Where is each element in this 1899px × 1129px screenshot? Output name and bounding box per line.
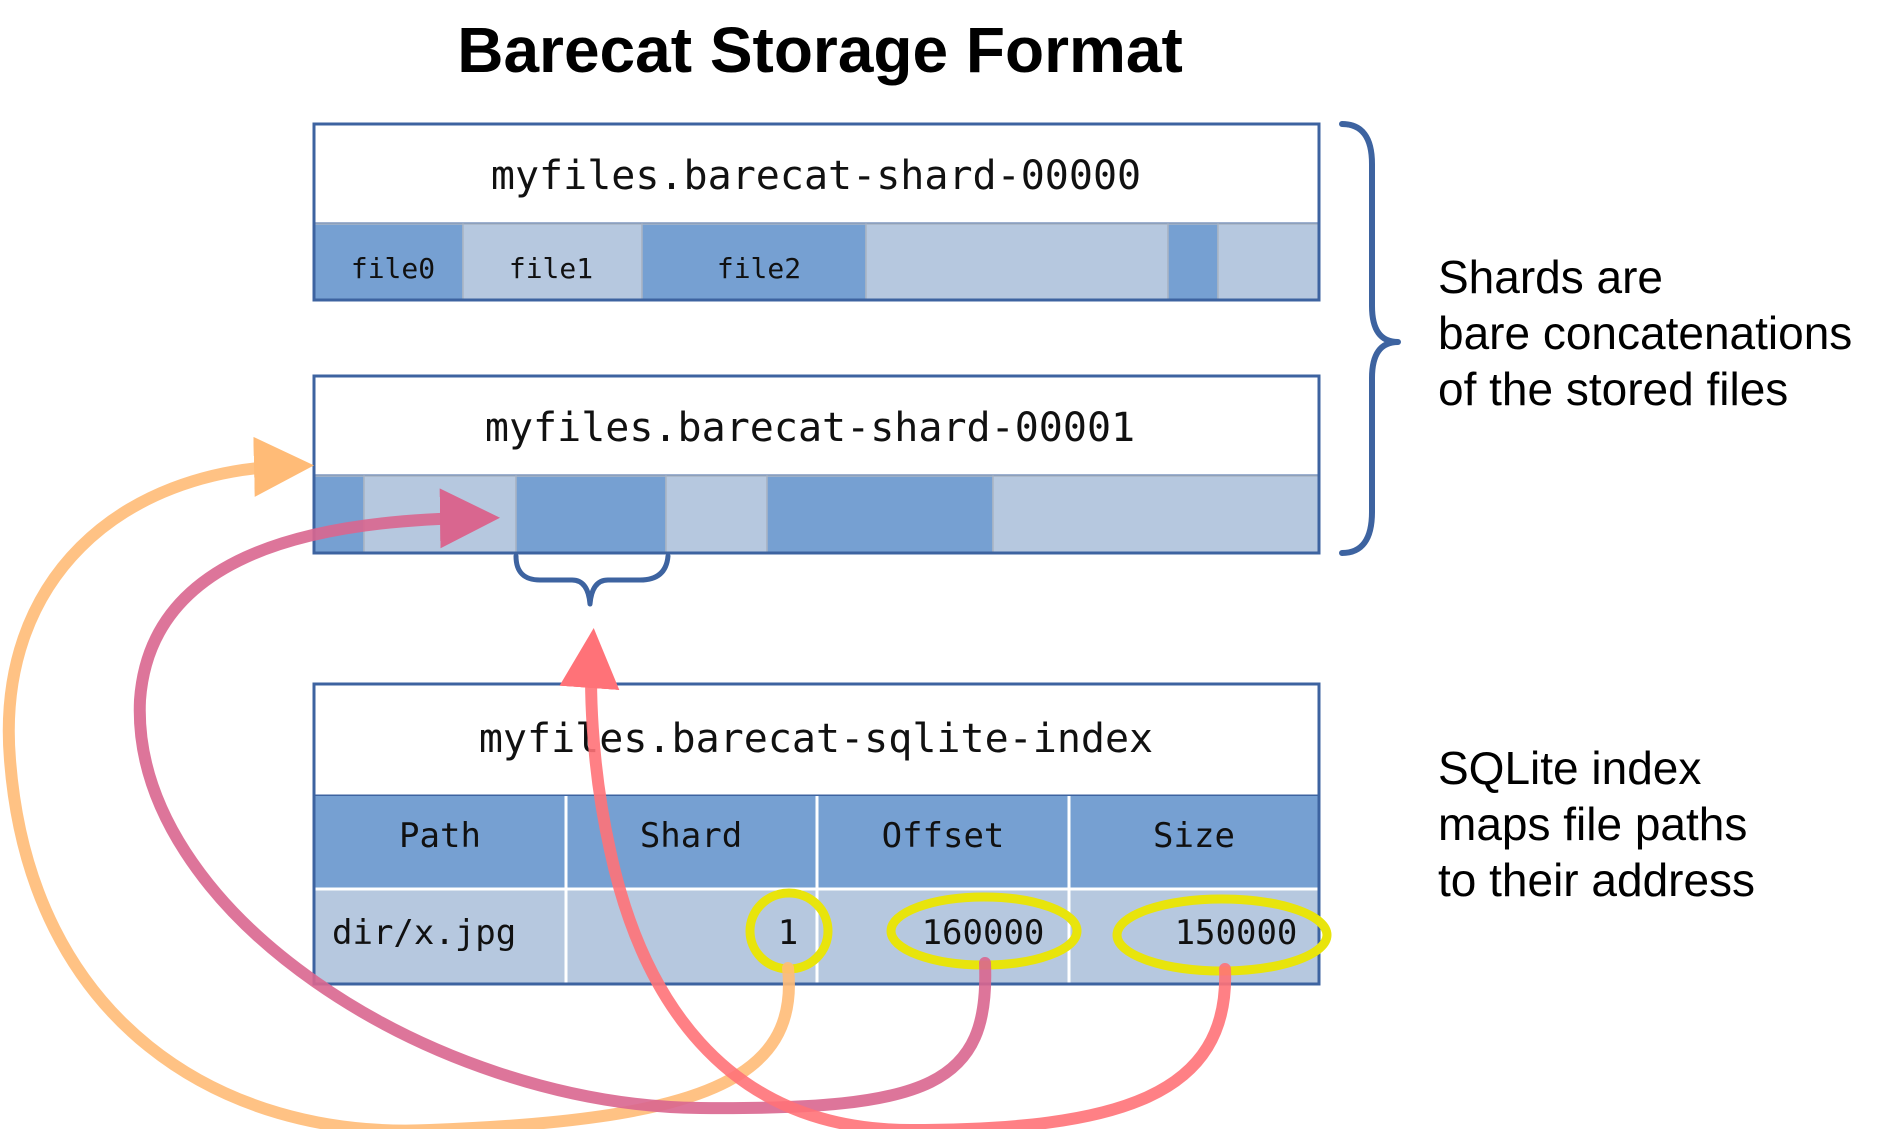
shard-1-box: myfiles.barecat-shard-00001: [312, 374, 1321, 555]
shard-0-segment-5: [1167, 223, 1219, 301]
shard-1-segment-5: [766, 475, 994, 554]
shards-note-line-2: bare concatenations: [1438, 307, 1852, 359]
barecat-diagram: Barecat Storage Format myfiles.barecat-s…: [2, 14, 1852, 1129]
shard-1-segment-target: [515, 475, 667, 554]
sqlite-index-table: myfiles.barecat-sqlite-index Path Shard …: [312, 682, 1321, 986]
index-note: SQLite index maps file paths to their ad…: [1438, 742, 1755, 906]
segment-label-file0: file0: [351, 252, 435, 285]
column-header-offset: Offset: [882, 816, 1005, 856]
segment-label-file1: file1: [509, 252, 593, 285]
shard-0-box: myfiles.barecat-shard-00000 file0 file1 …: [312, 122, 1321, 302]
shard-1-segment-4: [665, 475, 768, 554]
shards-brace: [1339, 121, 1401, 556]
shards-note: Shards are bare concatenations of the st…: [1438, 251, 1852, 415]
shard-1-segment-6: [992, 475, 1320, 554]
cell-path: dir/x.jpg: [332, 913, 516, 953]
shard-0-segment-6: [1217, 223, 1320, 301]
index-note-line-3: to their address: [1438, 854, 1755, 906]
shard-0-segment-4: [865, 223, 1169, 301]
shard-1-segment-1: [313, 475, 365, 554]
shards-note-line-1: Shards are: [1438, 251, 1663, 303]
shard-0-name: myfiles.barecat-shard-00000: [491, 153, 1141, 199]
column-header-size: Size: [1153, 816, 1235, 856]
column-header-path: Path: [399, 816, 481, 856]
column-header-shard: Shard: [640, 816, 742, 856]
shard-1-name: myfiles.barecat-shard-00001: [485, 405, 1135, 451]
index-note-line-2: maps file paths: [1438, 798, 1747, 850]
shard-0-segments: file0 file1 file2: [313, 223, 1320, 301]
shards-note-line-3: of the stored files: [1438, 363, 1788, 415]
cell-shard: 1: [778, 913, 798, 953]
index-note-line-1: SQLite index: [1438, 742, 1701, 794]
file-segment-brace: [513, 553, 671, 607]
diagram-title: Barecat Storage Format: [457, 14, 1183, 86]
cell-size: 150000: [1175, 913, 1298, 953]
index-name: myfiles.barecat-sqlite-index: [479, 716, 1153, 762]
cell-offset: 160000: [922, 913, 1045, 953]
segment-label-file2: file2: [717, 252, 801, 285]
